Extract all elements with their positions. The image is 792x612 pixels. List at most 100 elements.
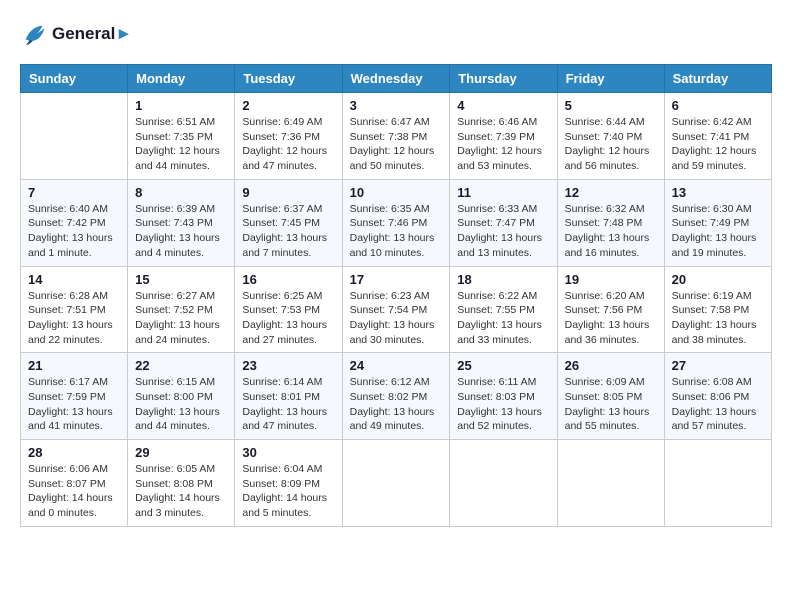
day-number: 28 xyxy=(28,445,120,460)
day-info: Sunrise: 6:51 AM Sunset: 7:35 PM Dayligh… xyxy=(135,115,227,174)
calendar-week-4: 21 Sunrise: 6:17 AM Sunset: 7:59 PM Dayli… xyxy=(21,353,772,440)
logo-icon xyxy=(20,20,48,48)
day-number: 1 xyxy=(135,98,227,113)
calendar-week-2: 7Sunrise: 6:40 AM Sunset: 7:42 PM Daylig… xyxy=(21,179,772,266)
day-info: Sunrise: 6:08 AM Sunset: 8:06 PM Dayligh… xyxy=(672,375,764,434)
calendar-cell: 12 Sunrise: 6:32 AM Sunset: 7:48 PM Dayli… xyxy=(557,179,664,266)
day-number: 7 xyxy=(28,185,120,200)
day-info: Sunrise: 6:47 AM Sunset: 7:38 PM Dayligh… xyxy=(350,115,443,174)
day-number: 25 xyxy=(457,358,549,373)
calendar-week-3: 14 Sunrise: 6:28 AM Sunset: 7:51 PM Dayli… xyxy=(21,266,772,353)
day-number: 5 xyxy=(565,98,657,113)
day-info: Sunrise: 6:46 AM Sunset: 7:39 PM Dayligh… xyxy=(457,115,549,174)
col-header-sunday: Sunday xyxy=(21,65,128,93)
calendar-cell: 30 Sunrise: 6:04 AM Sunset: 8:09 PM Dayli… xyxy=(235,440,342,527)
day-info: Sunrise: 6:06 AM Sunset: 8:07 PM Dayligh… xyxy=(28,462,120,521)
day-info: Sunrise: 6:35 AM Sunset: 7:46 PM Dayligh… xyxy=(350,202,443,261)
day-info: Sunrise: 6:14 AM Sunset: 8:01 PM Dayligh… xyxy=(242,375,334,434)
day-number: 29 xyxy=(135,445,227,460)
col-header-wednesday: Wednesday xyxy=(342,65,450,93)
calendar-cell: 17 Sunrise: 6:23 AM Sunset: 7:54 PM Dayli… xyxy=(342,266,450,353)
calendar-cell: 18 Sunrise: 6:22 AM Sunset: 7:55 PM Dayli… xyxy=(450,266,557,353)
col-header-monday: Monday xyxy=(128,65,235,93)
calendar-cell: 29 Sunrise: 6:05 AM Sunset: 8:08 PM Dayli… xyxy=(128,440,235,527)
day-number: 8 xyxy=(135,185,227,200)
col-header-thursday: Thursday xyxy=(450,65,557,93)
day-info: Sunrise: 6:44 AM Sunset: 7:40 PM Dayligh… xyxy=(565,115,657,174)
day-number: 14 xyxy=(28,272,120,287)
day-number: 21 xyxy=(28,358,120,373)
calendar-cell: 26 Sunrise: 6:09 AM Sunset: 8:05 PM Dayli… xyxy=(557,353,664,440)
day-info: Sunrise: 6:04 AM Sunset: 8:09 PM Dayligh… xyxy=(242,462,334,521)
day-number: 9 xyxy=(242,185,334,200)
day-info: Sunrise: 6:20 AM Sunset: 7:56 PM Dayligh… xyxy=(565,289,657,348)
day-number: 22 xyxy=(135,358,227,373)
day-info: Sunrise: 6:42 AM Sunset: 7:41 PM Dayligh… xyxy=(672,115,764,174)
day-info: Sunrise: 6:22 AM Sunset: 7:55 PM Dayligh… xyxy=(457,289,549,348)
day-number: 19 xyxy=(565,272,657,287)
day-number: 2 xyxy=(242,98,334,113)
day-number: 6 xyxy=(672,98,764,113)
day-info: Sunrise: 6:27 AM Sunset: 7:52 PM Dayligh… xyxy=(135,289,227,348)
day-info: Sunrise: 6:23 AM Sunset: 7:54 PM Dayligh… xyxy=(350,289,443,348)
day-number: 12 xyxy=(565,185,657,200)
calendar-cell xyxy=(342,440,450,527)
calendar-cell: 7Sunrise: 6:40 AM Sunset: 7:42 PM Daylig… xyxy=(21,179,128,266)
day-info: Sunrise: 6:15 AM Sunset: 8:00 PM Dayligh… xyxy=(135,375,227,434)
calendar-cell: 14 Sunrise: 6:28 AM Sunset: 7:51 PM Dayli… xyxy=(21,266,128,353)
calendar-cell: 21 Sunrise: 6:17 AM Sunset: 7:59 PM Dayli… xyxy=(21,353,128,440)
day-info: Sunrise: 6:28 AM Sunset: 7:51 PM Dayligh… xyxy=(28,289,120,348)
calendar-cell: 1 Sunrise: 6:51 AM Sunset: 7:35 PM Daylig… xyxy=(128,93,235,180)
day-info: Sunrise: 6:19 AM Sunset: 7:58 PM Dayligh… xyxy=(672,289,764,348)
day-info: Sunrise: 6:12 AM Sunset: 8:02 PM Dayligh… xyxy=(350,375,443,434)
day-number: 4 xyxy=(457,98,549,113)
day-info: Sunrise: 6:11 AM Sunset: 8:03 PM Dayligh… xyxy=(457,375,549,434)
calendar-cell: 24 Sunrise: 6:12 AM Sunset: 8:02 PM Dayli… xyxy=(342,353,450,440)
day-number: 18 xyxy=(457,272,549,287)
day-info: Sunrise: 6:32 AM Sunset: 7:48 PM Dayligh… xyxy=(565,202,657,261)
day-number: 13 xyxy=(672,185,764,200)
calendar-cell xyxy=(664,440,771,527)
day-number: 17 xyxy=(350,272,443,287)
day-info: Sunrise: 6:17 AM Sunset: 7:59 PM Dayligh… xyxy=(28,375,120,434)
day-number: 27 xyxy=(672,358,764,373)
calendar-week-1: 1 Sunrise: 6:51 AM Sunset: 7:35 PM Daylig… xyxy=(21,93,772,180)
calendar-cell: 10 Sunrise: 6:35 AM Sunset: 7:46 PM Dayli… xyxy=(342,179,450,266)
calendar-header-row: SundayMondayTuesdayWednesdayThursdayFrid… xyxy=(21,65,772,93)
calendar-table: SundayMondayTuesdayWednesdayThursdayFrid… xyxy=(20,64,772,527)
calendar-cell: 15 Sunrise: 6:27 AM Sunset: 7:52 PM Dayli… xyxy=(128,266,235,353)
day-info: Sunrise: 6:33 AM Sunset: 7:47 PM Dayligh… xyxy=(457,202,549,261)
calendar-cell: 28 Sunrise: 6:06 AM Sunset: 8:07 PM Dayli… xyxy=(21,440,128,527)
calendar-week-5: 28 Sunrise: 6:06 AM Sunset: 8:07 PM Dayli… xyxy=(21,440,772,527)
day-number: 3 xyxy=(350,98,443,113)
day-number: 10 xyxy=(350,185,443,200)
calendar-cell xyxy=(21,93,128,180)
day-number: 26 xyxy=(565,358,657,373)
day-number: 30 xyxy=(242,445,334,460)
day-number: 15 xyxy=(135,272,227,287)
day-number: 23 xyxy=(242,358,334,373)
calendar-cell: 19 Sunrise: 6:20 AM Sunset: 7:56 PM Dayli… xyxy=(557,266,664,353)
day-info: Sunrise: 6:25 AM Sunset: 7:53 PM Dayligh… xyxy=(242,289,334,348)
calendar-cell: 9 Sunrise: 6:37 AM Sunset: 7:45 PM Daylig… xyxy=(235,179,342,266)
logo-text: General► xyxy=(52,24,132,44)
calendar-cell xyxy=(557,440,664,527)
calendar-cell: 16Sunrise: 6:25 AM Sunset: 7:53 PM Dayli… xyxy=(235,266,342,353)
col-header-tuesday: Tuesday xyxy=(235,65,342,93)
calendar-cell: 2Sunrise: 6:49 AM Sunset: 7:36 PM Daylig… xyxy=(235,93,342,180)
calendar-cell: 6 Sunrise: 6:42 AM Sunset: 7:41 PM Daylig… xyxy=(664,93,771,180)
calendar-cell: 13 Sunrise: 6:30 AM Sunset: 7:49 PM Dayli… xyxy=(664,179,771,266)
calendar-cell: 27 Sunrise: 6:08 AM Sunset: 8:06 PM Dayli… xyxy=(664,353,771,440)
day-info: Sunrise: 6:30 AM Sunset: 7:49 PM Dayligh… xyxy=(672,202,764,261)
day-info: Sunrise: 6:05 AM Sunset: 8:08 PM Dayligh… xyxy=(135,462,227,521)
calendar-cell: 23 Sunrise: 6:14 AM Sunset: 8:01 PM Dayli… xyxy=(235,353,342,440)
calendar-cell: 25 Sunrise: 6:11 AM Sunset: 8:03 PM Dayli… xyxy=(450,353,557,440)
day-info: Sunrise: 6:09 AM Sunset: 8:05 PM Dayligh… xyxy=(565,375,657,434)
logo: General► xyxy=(20,20,132,48)
col-header-saturday: Saturday xyxy=(664,65,771,93)
day-info: Sunrise: 6:37 AM Sunset: 7:45 PM Dayligh… xyxy=(242,202,334,261)
day-number: 24 xyxy=(350,358,443,373)
calendar-cell: 8Sunrise: 6:39 AM Sunset: 7:43 PM Daylig… xyxy=(128,179,235,266)
calendar-cell xyxy=(450,440,557,527)
day-number: 20 xyxy=(672,272,764,287)
